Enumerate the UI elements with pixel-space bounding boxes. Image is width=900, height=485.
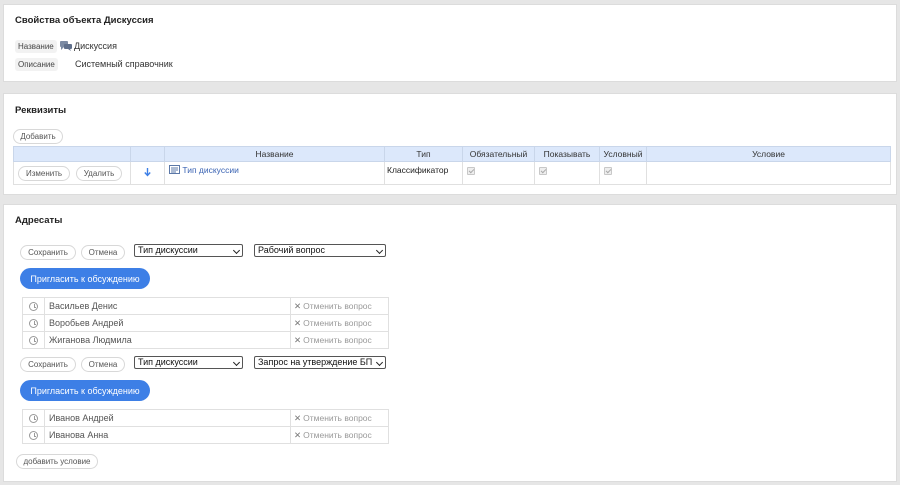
list-item: Иванова Анна ✕ Отменить вопрос [22, 426, 389, 444]
requisite-name-link[interactable]: Тип дискуссии [182, 165, 238, 175]
list-item: Воробьев Андрей ✕ Отменить вопрос [22, 314, 389, 332]
name-label: Название [15, 40, 57, 53]
column-header-order [130, 146, 165, 162]
row-actions-cell: Изменить Удалить [13, 161, 131, 185]
participants-list: Иванов Андрей ✕ Отменить вопрос Иванова А… [22, 409, 389, 444]
clock-icon [29, 319, 38, 329]
discussion-value-select-value: Запрос на утверждение БП [258, 357, 373, 367]
close-icon: ✕ [294, 300, 302, 311]
cancel-question-link[interactable]: ✕ Отменить вопрос [291, 335, 372, 345]
conditional-checkbox[interactable] [604, 167, 612, 175]
list-item: Васильев Денис ✕ Отменить вопрос [22, 297, 389, 315]
invite-button[interactable]: Пригласить к обсуждению [20, 380, 150, 401]
clock-icon [29, 302, 38, 312]
discussion-type-select[interactable]: Тип дискуссии [134, 356, 243, 369]
description-value: Системный справочник [75, 59, 173, 69]
cancel-question-link[interactable]: ✕ Отменить вопрос [291, 301, 372, 311]
participant-name: Жиганова Людмила [44, 331, 291, 349]
participant-name: Иванова Анна [44, 426, 291, 444]
save-button[interactable]: Сохранить [20, 357, 76, 372]
chevron-down-icon [375, 358, 384, 367]
list-item: Жиганова Людмила ✕ Отменить вопрос [22, 331, 389, 349]
conditional-cell [599, 161, 647, 185]
cancel-button[interactable]: Отмена [81, 357, 125, 372]
cancel-question-link[interactable]: ✕ Отменить вопрос [291, 413, 372, 423]
column-header-name: Название [164, 146, 385, 162]
show-checkbox[interactable] [539, 167, 547, 175]
invite-button[interactable]: Пригласить к обсуждению [20, 268, 150, 289]
requisites-table: Название Тип Обязательный Показывать Усл… [13, 146, 891, 185]
clock-icon [29, 336, 38, 346]
table-header-row: Название Тип Обязательный Показывать Усл… [13, 146, 891, 162]
list-icon [169, 165, 180, 176]
discussion-type-select-value: Тип дискуссии [138, 357, 198, 367]
add-requisite-button[interactable]: Добавить [13, 129, 63, 144]
name-cell: Тип дискуссии [164, 161, 385, 185]
participants-list: Васильев Денис ✕ Отменить вопрос Воробьев… [22, 297, 389, 349]
participant-name: Воробьев Андрей [44, 314, 291, 332]
participant-name: Васильев Денис [44, 297, 291, 315]
column-header-actions [13, 146, 131, 162]
chevron-down-icon [375, 246, 384, 255]
column-header-conditional: Условный [599, 146, 647, 162]
close-icon: ✕ [294, 334, 302, 345]
order-cell [130, 161, 165, 185]
table-row: Изменить Удалить Тип дискуссии Классифик… [13, 161, 891, 185]
save-button[interactable]: Сохранить [20, 245, 76, 260]
show-cell [534, 161, 600, 185]
column-header-type: Тип [384, 146, 463, 162]
participant-name: Иванов Андрей [44, 409, 291, 427]
column-header-condition: Условие [646, 146, 891, 162]
discussion-value-select[interactable]: Запрос на утверждение БП [254, 356, 386, 369]
object-properties-title: Свойства объекта Дискуссия [15, 15, 154, 26]
clock-icon [29, 431, 38, 441]
cancel-button[interactable]: Отмена [81, 245, 125, 260]
column-header-show: Показывать [534, 146, 600, 162]
name-value: Дискуссия [74, 41, 117, 51]
discussion-value-select-value: Рабочий вопрос [258, 245, 325, 255]
chat-bubbles-icon [60, 41, 72, 53]
chevron-down-icon [232, 358, 241, 367]
required-cell [462, 161, 535, 185]
requisites-panel: Реквизиты Добавить Название Тип Обязател… [3, 93, 897, 195]
cancel-question-link[interactable]: ✕ Отменить вопрос [291, 430, 372, 440]
close-icon: ✕ [294, 429, 302, 440]
arrow-down-icon[interactable] [144, 167, 151, 179]
discussion-value-select[interactable]: Рабочий вопрос [254, 244, 386, 257]
requisites-title: Реквизиты [15, 105, 67, 116]
edit-button[interactable]: Изменить [18, 166, 70, 181]
condition-cell [646, 161, 891, 185]
description-label: Описание [15, 58, 58, 71]
discussion-type-select-value: Тип дискуссии [138, 245, 198, 255]
cancel-question-link[interactable]: ✕ Отменить вопрос [291, 318, 372, 328]
recipients-panel: Адресаты Сохранить Отмена Тип дискуссии … [3, 204, 897, 482]
required-checkbox[interactable] [467, 167, 475, 175]
recipients-title: Адресаты [15, 215, 63, 226]
add-condition-button[interactable]: добавить условие [16, 454, 98, 469]
object-properties-panel: Свойства объекта Дискуссия Название Диск… [3, 4, 897, 82]
close-icon: ✕ [294, 317, 302, 328]
discussion-type-select[interactable]: Тип дискуссии [134, 244, 243, 257]
chevron-down-icon [232, 246, 241, 255]
list-item: Иванов Андрей ✕ Отменить вопрос [22, 409, 389, 427]
column-header-required: Обязательный [462, 146, 535, 162]
delete-button[interactable]: Удалить [76, 166, 122, 181]
type-cell: Классификатор [384, 161, 463, 185]
close-icon: ✕ [294, 412, 302, 423]
clock-icon [29, 414, 38, 424]
